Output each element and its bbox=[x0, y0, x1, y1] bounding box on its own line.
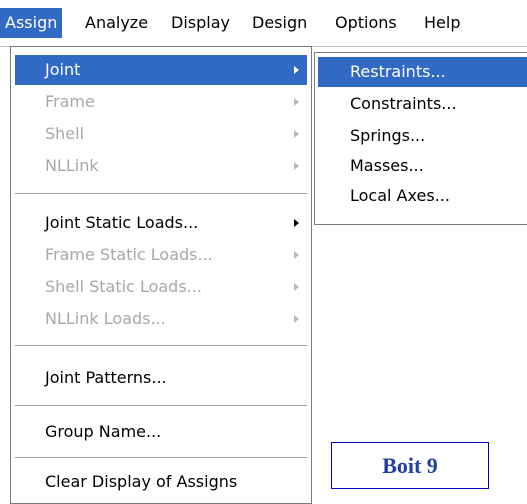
menu-item-label: NLLink Loads... bbox=[45, 309, 166, 328]
menu-analyze[interactable]: Analyze bbox=[80, 8, 153, 38]
submenu-arrow-icon bbox=[294, 251, 299, 259]
menu-separator bbox=[15, 457, 307, 461]
menu-separator bbox=[15, 345, 307, 349]
menu-item-frame-static-loads: Frame Static Loads... bbox=[15, 240, 307, 270]
menu-separator bbox=[15, 405, 307, 409]
submenu-arrow-icon bbox=[294, 130, 299, 138]
menu-item-label: Group Name... bbox=[45, 422, 162, 441]
menu-item-label: NLLink bbox=[45, 156, 99, 175]
menu-item-label: Clear Display of Assigns bbox=[45, 472, 238, 491]
menu-item-label: Shell bbox=[45, 124, 85, 143]
menu-item-label: Joint bbox=[45, 60, 81, 79]
menu-item-clear-display-of-assigns[interactable]: Clear Display of Assigns bbox=[15, 467, 307, 497]
submenu-item-springs[interactable]: Springs... bbox=[318, 121, 527, 151]
menu-bar: Assign Analyze Display Design Options He… bbox=[0, 0, 527, 47]
joint-submenu: Restraints... Constraints... Springs... … bbox=[314, 52, 527, 225]
menu-design[interactable]: Design bbox=[247, 8, 312, 38]
caption-box: Boit 9 bbox=[331, 442, 489, 489]
menu-item-label: Joint Patterns... bbox=[45, 368, 167, 387]
submenu-item-constraints[interactable]: Constraints... bbox=[318, 89, 527, 119]
submenu-item-masses[interactable]: Masses... bbox=[318, 151, 527, 181]
menu-item-nllink-loads: NLLink Loads... bbox=[15, 304, 307, 334]
menu-item-label: Shell Static Loads... bbox=[45, 277, 202, 296]
menu-item-shell-static-loads: Shell Static Loads... bbox=[15, 272, 307, 302]
menu-item-nllink: NLLink bbox=[15, 151, 307, 181]
submenu-item-local-axes[interactable]: Local Axes... bbox=[318, 181, 527, 211]
submenu-arrow-icon bbox=[294, 283, 299, 291]
menu-display[interactable]: Display bbox=[166, 8, 235, 38]
submenu-item-restraints[interactable]: Restraints... bbox=[318, 57, 527, 87]
menu-item-label: Frame bbox=[45, 92, 95, 111]
submenu-arrow-icon bbox=[294, 162, 299, 170]
menu-item-group-name[interactable]: Group Name... bbox=[15, 417, 307, 447]
menu-options[interactable]: Options bbox=[330, 8, 402, 38]
assign-dropdown-menu: Joint Frame Shell NLLink Joint Static Lo… bbox=[10, 46, 312, 504]
submenu-arrow-icon bbox=[294, 315, 299, 323]
menu-separator bbox=[15, 193, 307, 197]
menu-item-label: Joint Static Loads... bbox=[45, 213, 199, 232]
assign-dropdown-body: Joint Frame Shell NLLink Joint Static Lo… bbox=[13, 49, 309, 501]
menu-item-frame: Frame bbox=[15, 87, 307, 117]
menu-help[interactable]: Help bbox=[419, 8, 465, 38]
submenu-arrow-icon bbox=[294, 219, 299, 227]
menu-item-shell: Shell bbox=[15, 119, 307, 149]
menu-item-label: Frame Static Loads... bbox=[45, 245, 213, 264]
menu-assign[interactable]: Assign bbox=[0, 8, 63, 38]
submenu-arrow-icon bbox=[294, 66, 299, 74]
menu-item-joint[interactable]: Joint bbox=[15, 55, 307, 85]
menu-item-joint-static-loads[interactable]: Joint Static Loads... bbox=[15, 208, 307, 238]
submenu-arrow-icon bbox=[294, 98, 299, 106]
menu-item-joint-patterns[interactable]: Joint Patterns... bbox=[15, 363, 307, 393]
